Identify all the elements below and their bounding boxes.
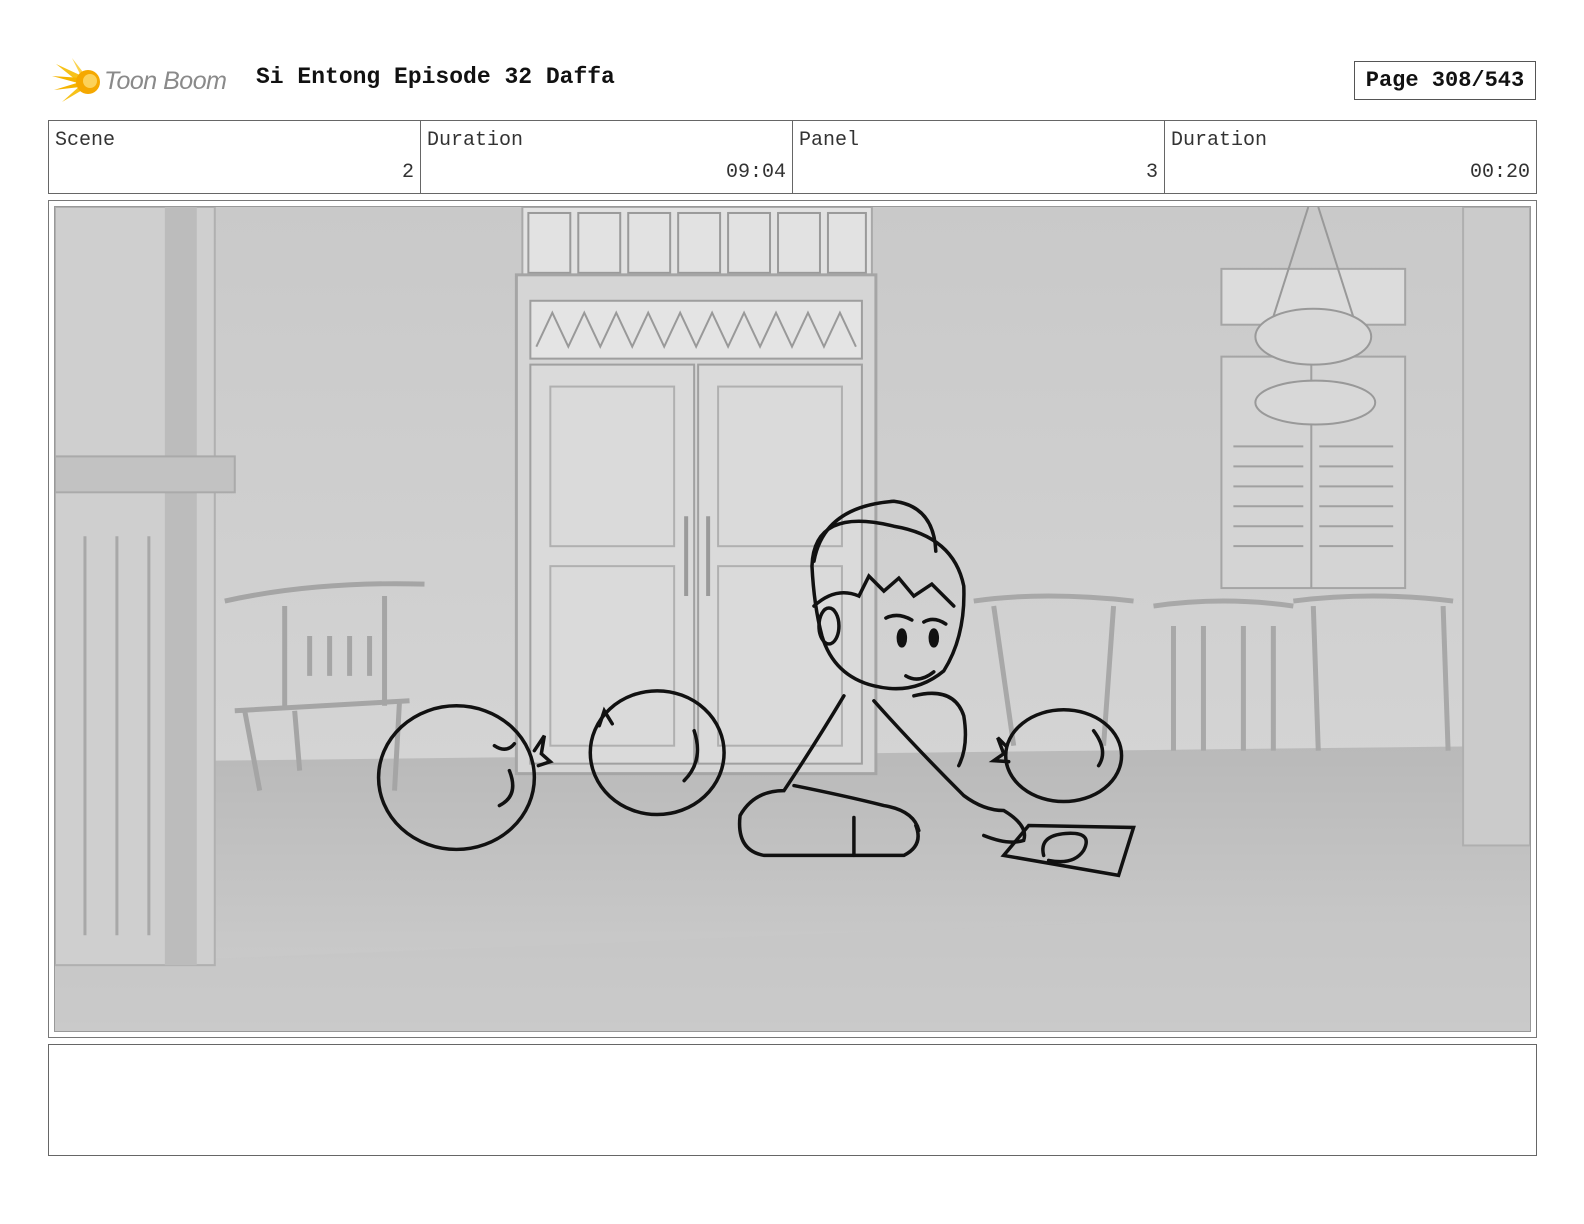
scene-cell: Scene 2 bbox=[49, 121, 421, 193]
panel-duration-label: Duration bbox=[1171, 129, 1268, 152]
storyboard-panel-image bbox=[54, 206, 1531, 1032]
info-row: Scene 2 Duration 09:04 Panel 3 Duration … bbox=[48, 120, 1537, 194]
panel-notes bbox=[48, 1044, 1537, 1156]
logo-text: Toon Boom bbox=[104, 67, 227, 95]
panel-frame bbox=[48, 200, 1537, 1038]
storyboard-drawing bbox=[55, 207, 1530, 1031]
panel-duration-value: 00:20 bbox=[1469, 161, 1530, 184]
sunburst-logo-icon bbox=[52, 58, 100, 102]
scene-duration-label: Duration bbox=[427, 129, 524, 152]
toon-boom-logo: Toon Boom bbox=[52, 56, 238, 106]
panel-label: Panel bbox=[799, 129, 860, 152]
page-number: Page 308/543 bbox=[1354, 61, 1536, 100]
panel-cell: Panel 3 bbox=[793, 121, 1165, 193]
scene-value: 2 bbox=[401, 161, 414, 184]
document-title: Si Entong Episode 32 Daffa bbox=[256, 64, 615, 90]
scene-label: Scene bbox=[55, 129, 116, 152]
scene-duration-value: 09:04 bbox=[725, 161, 786, 184]
panel-duration-cell: Duration 00:20 bbox=[1165, 121, 1536, 193]
scene-duration-cell: Duration 09:04 bbox=[421, 121, 793, 193]
panel-value: 3 bbox=[1145, 161, 1158, 184]
